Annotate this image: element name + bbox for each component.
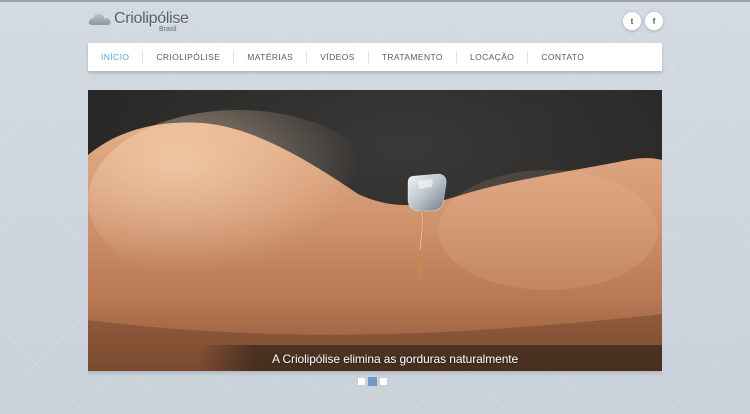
main-nav: INÍCIO CRIOLIPÓLISE MATÉRIAS VÍDEOS TRAT… [88, 43, 662, 71]
facebook-button[interactable]: f [644, 11, 664, 31]
nav-item-inicio[interactable]: INÍCIO [88, 43, 142, 71]
hero-shadow [88, 371, 662, 376]
hero-image [88, 90, 662, 371]
slide-dot-2[interactable] [368, 377, 377, 386]
slider-pagination [357, 377, 388, 386]
nav-item-materias[interactable]: MATÉRIAS [234, 43, 306, 71]
nav-item-videos[interactable]: VÍDEOS [307, 43, 368, 71]
nav-item-criolipolise[interactable]: CRIOLIPÓLISE [143, 43, 233, 71]
nav-item-tratamento[interactable]: TRATAMENTO [369, 43, 456, 71]
twitter-icon: t [630, 16, 634, 26]
twitter-button[interactable]: t [622, 11, 642, 31]
nav-item-contato[interactable]: CONTATO [528, 43, 597, 71]
slide-dot-1[interactable] [357, 377, 366, 386]
slide-dot-3[interactable] [379, 377, 388, 386]
hero-slider[interactable]: A Criolipólise elimina as gorduras natur… [88, 90, 662, 371]
nav-item-locacao[interactable]: LOCAÇÃO [457, 43, 527, 71]
brand-subtitle: Brasil [159, 26, 177, 33]
top-border [0, 0, 750, 2]
cloud-icon [88, 14, 111, 25]
facebook-icon: f [652, 16, 656, 26]
slide-caption: A Criolipólise elimina as gorduras natur… [272, 352, 519, 366]
brand-name: Criolipólise [114, 10, 189, 27]
